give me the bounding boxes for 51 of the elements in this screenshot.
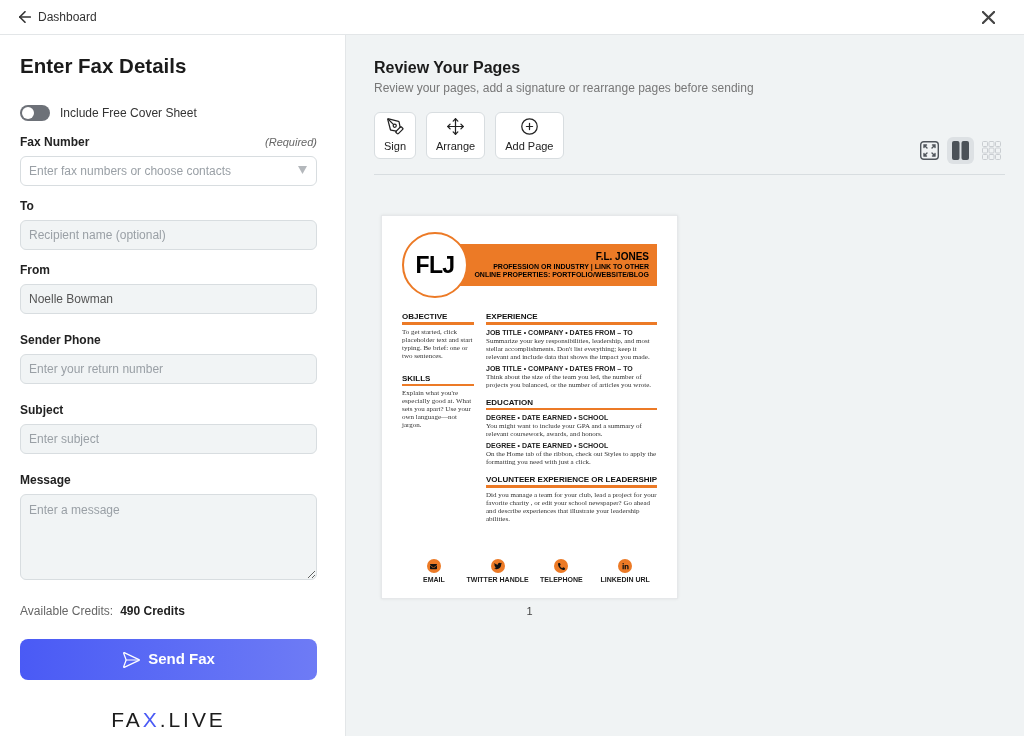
input-field[interactable]: Enter your return number xyxy=(20,354,317,384)
toggle-switch[interactable] xyxy=(20,105,50,121)
field-label: Sender Phone xyxy=(20,332,101,349)
credits-label: Available Credits: xyxy=(20,603,114,620)
logo-text: FA xyxy=(111,708,143,732)
toolbar-button[interactable]: Arrange xyxy=(426,112,486,159)
field-label: To xyxy=(20,198,34,215)
expand-corners-icon xyxy=(920,141,939,160)
dropdown-triangle-icon xyxy=(298,166,307,174)
close-button[interactable] xyxy=(981,10,995,24)
field-label: Fax Number xyxy=(20,134,90,151)
input-field[interactable]: Noelle Bowman xyxy=(20,284,317,314)
section-heading: OBJECTIVE xyxy=(402,312,449,321)
move-arrows-icon xyxy=(447,118,465,135)
toolbar-button[interactable]: Add Page xyxy=(495,112,564,159)
phone-icon xyxy=(554,559,569,573)
section-heading: EDUCATION xyxy=(486,397,534,407)
logo-text: .LIVE xyxy=(159,708,226,732)
input-field[interactable]: Recipient name (optional) xyxy=(20,220,317,250)
toggle-label: Include Free Cover Sheet xyxy=(60,105,197,122)
credits-value: 490 Credits xyxy=(120,603,185,620)
close-icon xyxy=(981,10,995,24)
section-heading: SKILLS xyxy=(402,373,432,383)
resume-name: F.L. JONES xyxy=(595,251,649,262)
required-note: (Required) xyxy=(265,134,317,150)
envelope-icon xyxy=(426,559,441,573)
section-heading: EXPERIENCE xyxy=(486,312,539,321)
field-label: Message xyxy=(20,472,71,489)
review-title: Review Your Pages xyxy=(374,58,521,78)
view-mode-button[interactable] xyxy=(947,137,974,164)
bird-icon xyxy=(490,559,505,573)
dropdown-field[interactable]: Enter fax numbers or choose contacts xyxy=(20,156,317,186)
in-logo-icon xyxy=(618,559,633,573)
section-heading: VOLUNTEER EXPERIENCE OR LEADERSHIP xyxy=(486,475,658,484)
input-field[interactable]: Enter subject xyxy=(20,424,317,454)
pen-nib-icon xyxy=(386,118,404,135)
review-subtitle: Review your pages, add a signature or rearrange pages before sending xyxy=(374,80,754,96)
plus-circle-icon xyxy=(520,118,538,135)
grid-icon xyxy=(982,141,1001,160)
field-label: Subject xyxy=(20,402,64,419)
logo-text: X xyxy=(142,708,160,732)
field-label: From xyxy=(20,262,50,279)
monogram: FLJ xyxy=(402,232,468,298)
toolbar-button[interactable]: Sign xyxy=(374,112,417,159)
send-icon xyxy=(122,650,141,669)
page-number: 1 xyxy=(526,604,533,618)
back-link[interactable]: Dashboard xyxy=(19,8,97,26)
textarea-field[interactable]: Enter a message xyxy=(20,494,317,580)
send-fax-button[interactable]: Send Fax xyxy=(20,639,317,680)
two-columns-icon xyxy=(952,141,969,160)
form-title: Enter Fax Details xyxy=(20,53,187,79)
